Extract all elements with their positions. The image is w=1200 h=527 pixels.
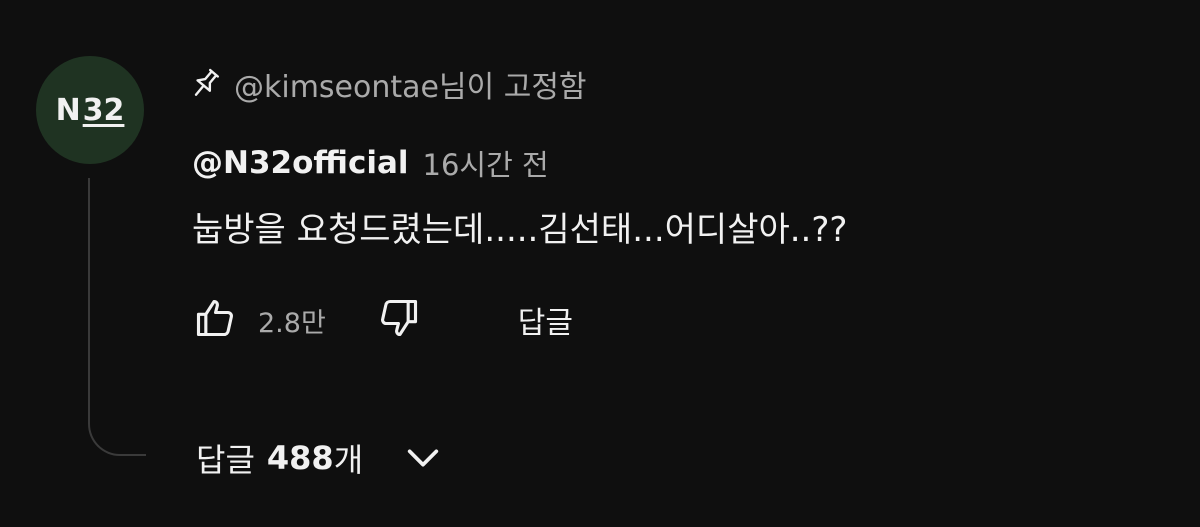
like-button[interactable] [186, 291, 244, 349]
comment-body: 눕방을 요청드렸는데.....김선태...어디살아..?? [192, 210, 848, 250]
like-count: 2.8만 [258, 307, 326, 339]
comment-actions: 2.8만 답글 [186, 290, 587, 350]
thumbs-up-icon [193, 296, 237, 344]
comment-author[interactable]: @N32official [192, 145, 409, 181]
dislike-button[interactable] [370, 291, 428, 349]
avatar-letter: N [55, 92, 81, 128]
replies-label: 답글 [196, 441, 255, 479]
chevron-down-icon [403, 438, 443, 478]
view-replies-button[interactable]: 답글 488 개 [196, 430, 443, 486]
replies-count: 488 [266, 439, 334, 477]
thumbs-down-icon [377, 296, 421, 344]
channel-avatar[interactable]: N 32 [36, 56, 144, 164]
avatar-logo: N 32 [56, 93, 125, 128]
comment-header: @N32official 16시간 전 [192, 140, 549, 186]
pinned-label: @kimseontae님이 고정함 [234, 70, 587, 105]
replies-unit: 개 [333, 441, 364, 479]
comment-timestamp[interactable]: 16시간 전 [423, 142, 549, 184]
pin-icon [190, 67, 220, 101]
reply-button[interactable]: 답글 [504, 292, 587, 348]
avatar-number: 32 [82, 92, 125, 128]
pinned-indicator: @kimseontae님이 고정함 [190, 62, 587, 106]
thread-connector-line [88, 178, 146, 456]
